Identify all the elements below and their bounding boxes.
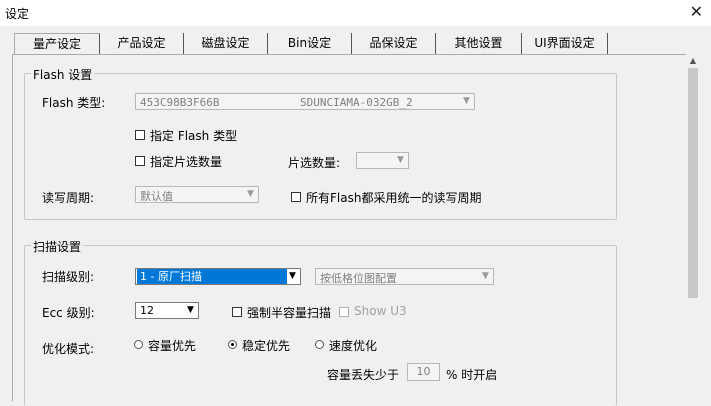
tab-other[interactable]: 其他设置 (436, 33, 522, 54)
tab-disk[interactable]: 磁盘设定 (184, 33, 268, 54)
force-half-capacity-label: 强制半容量扫描 (247, 306, 332, 320)
chevron-down-icon: ▼ (397, 155, 404, 165)
specify-chip-count-checkbox[interactable] (135, 156, 145, 166)
capacity-loss-input[interactable]: 10 (407, 363, 440, 381)
window-edge (700, 26, 711, 400)
opt-capacity-radio[interactable] (134, 340, 143, 349)
scan-level-value: 1 - 原厂扫描 (137, 269, 287, 284)
rw-cycle-select[interactable]: 默认值 ▼ (135, 186, 259, 203)
tab-qa[interactable]: 品保设定 (352, 33, 436, 54)
ecc-level-value: 12 (140, 304, 154, 317)
flash-type-select[interactable]: 453C98B3F66B SDUNCIAMA-032GB_2 ▼ (135, 93, 475, 110)
optimize-mode-label: 优化模式: (42, 342, 95, 356)
scan-bitmap-value: 按低格位图配置 (320, 272, 397, 285)
flash-group-legend: Flash 设置 (31, 66, 95, 83)
tab-mass-production[interactable]: 量产设定 (14, 33, 100, 55)
scan-bitmap-select[interactable]: 按低格位图配置 ▼ (315, 268, 494, 285)
chevron-down-icon: ▼ (289, 271, 296, 281)
show-u3-label: Show U3 (354, 304, 407, 318)
tab-product[interactable]: 产品设定 (100, 33, 184, 54)
scan-level-select[interactable]: 1 - 原厂扫描 ▼ (135, 268, 301, 285)
force-half-capacity-checkbox[interactable] (232, 307, 242, 317)
scan-settings-group: 扫描设置 扫描级别: 1 - 原厂扫描 ▼ 按低格位图配置 ▼ Ecc 级别: … (24, 238, 617, 406)
all-flash-unified-checkbox[interactable] (291, 192, 301, 202)
ecc-level-select[interactable]: 12 ▼ (135, 302, 199, 319)
specify-flash-type-label: 指定 Flash 类型 (150, 129, 238, 143)
chevron-down-icon: ▼ (187, 305, 194, 315)
title-bar: 设定 ✕ (0, 0, 711, 26)
scroll-thumb[interactable] (688, 68, 698, 298)
scan-level-label: 扫描级别: (42, 270, 95, 284)
window-title: 设定 (5, 7, 30, 21)
capacity-loss-suffix: % 时开启 (446, 368, 498, 382)
vertical-scrollbar[interactable]: ▲ (686, 54, 700, 400)
flash-type-id: 453C98B3F66B (140, 96, 220, 109)
tab-bin[interactable]: Bin设定 (268, 33, 352, 54)
show-u3-checkbox[interactable] (339, 307, 349, 317)
rw-cycle-label: 读写周期: (42, 191, 95, 205)
opt-speed-label: 速度优化 (329, 339, 378, 353)
scroll-up-icon[interactable]: ▲ (686, 54, 700, 68)
rw-cycle-value: 默认值 (140, 190, 173, 203)
tab-ui[interactable]: UI界面设定 (522, 33, 608, 54)
flash-type-label: Flash 类型: (42, 96, 106, 110)
capacity-loss-label: 容量丢失少于 (327, 368, 400, 382)
flash-settings-group: Flash 设置 Flash 类型: 453C98B3F66B SDUNCIAM… (24, 66, 617, 220)
chevron-down-icon: ▼ (247, 189, 254, 199)
opt-speed-radio[interactable] (315, 340, 324, 349)
close-icon[interactable]: ✕ (690, 2, 703, 22)
tab-content: Flash 设置 Flash 类型: 453C98B3F66B SDUNCIAM… (12, 54, 687, 406)
opt-capacity-label: 容量优先 (148, 339, 197, 353)
chevron-down-icon: ▼ (463, 96, 470, 106)
scan-group-legend: 扫描设置 (31, 238, 84, 255)
chevron-down-icon: ▼ (482, 271, 489, 281)
ecc-level-label: Ecc 级别: (42, 306, 95, 320)
chip-count-select[interactable]: ▼ (356, 152, 409, 169)
specify-chip-count-label: 指定片选数量 (150, 155, 223, 169)
opt-stable-label: 稳定优先 (242, 339, 291, 353)
all-flash-unified-label: 所有Flash都采用统一的读写周期 (306, 191, 482, 205)
flash-type-name: SDUNCIAMA-032GB_2 (300, 96, 413, 109)
chip-count-label: 片选数量: (288, 156, 341, 170)
specify-flash-type-checkbox[interactable] (135, 130, 145, 140)
opt-stable-radio[interactable] (228, 340, 237, 349)
